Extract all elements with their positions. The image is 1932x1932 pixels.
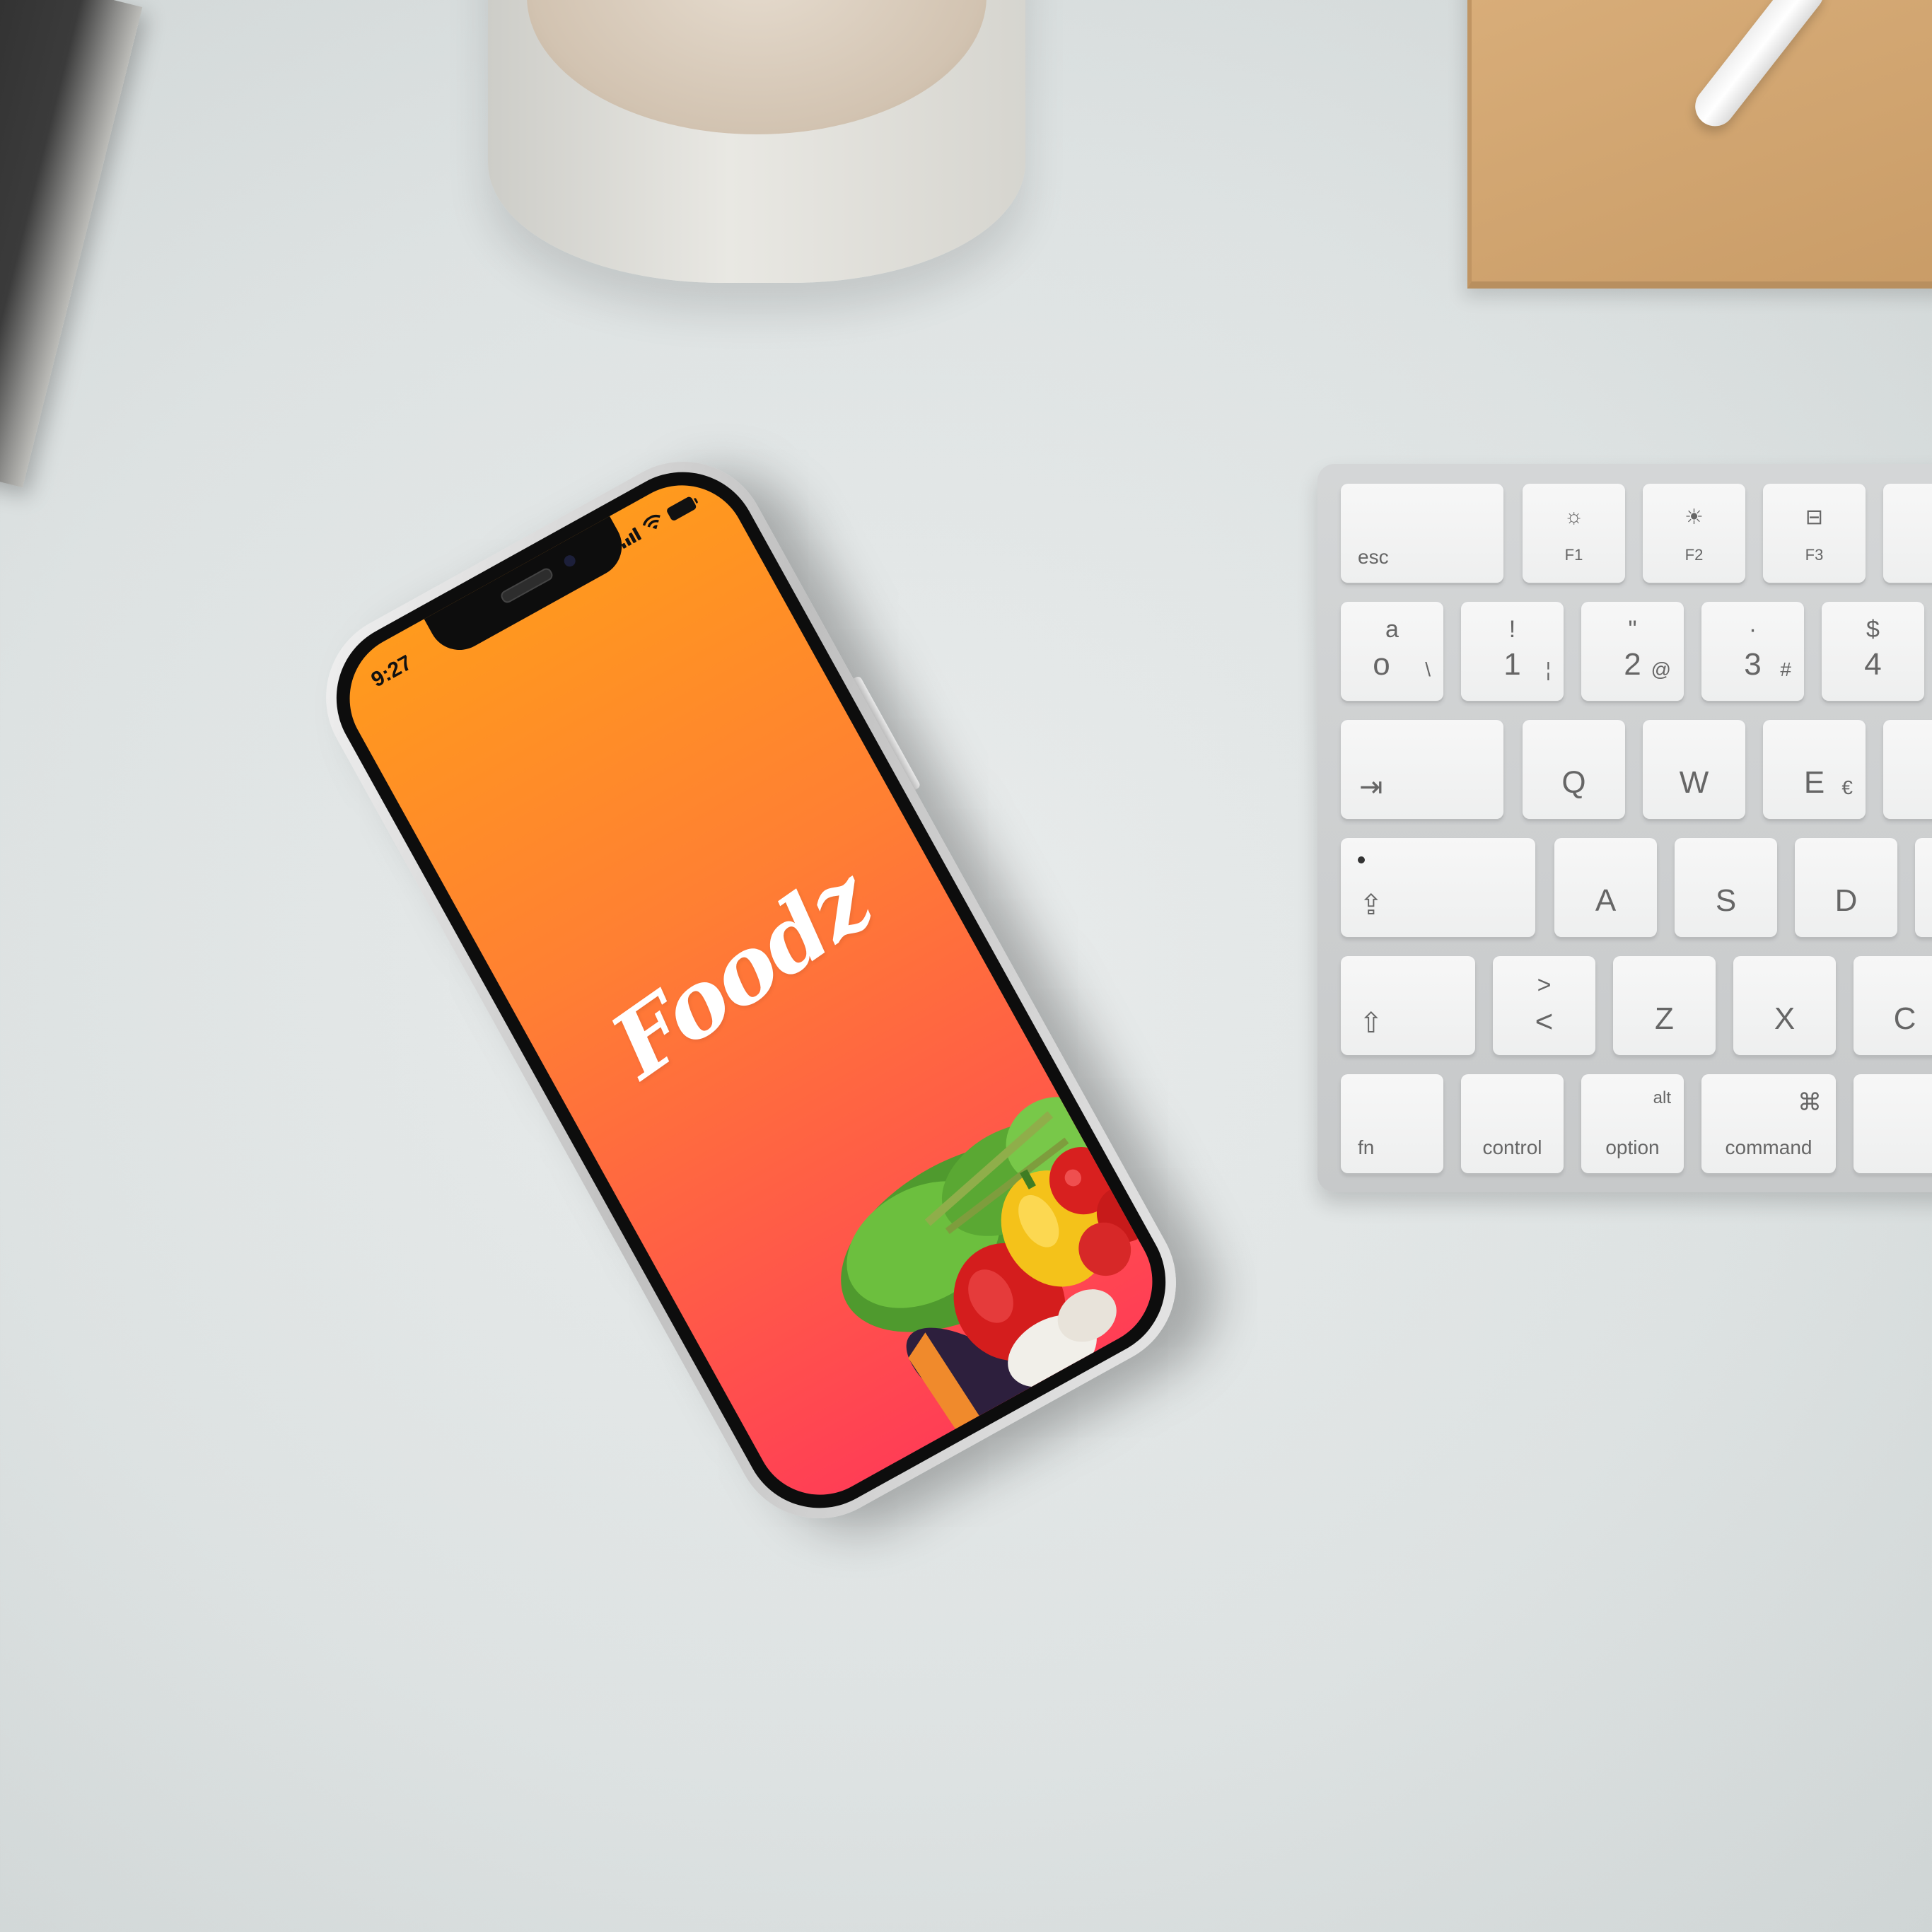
key-sub-label: \	[1425, 658, 1431, 680]
keyboard: esc ☼ F1 ☀ F2 ⊟ F3 a o \ ! 1 ¦ " 2 @ · 3…	[1317, 464, 1932, 1192]
caps-lock-icon: ⇪	[1359, 890, 1383, 921]
kraft-notebook	[1467, 0, 1932, 289]
key-r[interactable]	[1883, 720, 1932, 819]
brightness-up-icon: ☀	[1684, 506, 1704, 529]
key-esc[interactable]: esc	[1341, 484, 1503, 583]
key-main-label: 4	[1864, 647, 1882, 682]
key-c[interactable]: C	[1854, 956, 1932, 1055]
key-main-label: X	[1774, 1001, 1796, 1036]
key-top-label: alt	[1653, 1088, 1671, 1107]
key-label: F2	[1684, 546, 1704, 564]
key-a[interactable]: A	[1554, 838, 1657, 937]
key-label: F3	[1805, 546, 1824, 564]
splash-screen[interactable]: 9:27 Foodz	[326, 462, 1176, 1518]
key-z[interactable]: Z	[1613, 956, 1716, 1055]
key-label: esc	[1358, 546, 1389, 568]
key-f3[interactable]: ⊟ F3	[1763, 484, 1866, 583]
key-f[interactable]	[1915, 838, 1932, 937]
key-control[interactable]: control	[1461, 1074, 1564, 1173]
key-main-label: Z	[1655, 1001, 1674, 1036]
key-q[interactable]: Q	[1523, 720, 1625, 819]
key-label: control	[1482, 1136, 1542, 1158]
key-top-label: "	[1628, 616, 1637, 643]
key-fn[interactable]: fn	[1341, 1074, 1443, 1173]
key-main-label: <	[1535, 1004, 1554, 1039]
smartphone: 9:27 Foodz	[295, 431, 1207, 1549]
shift-icon: ⇧	[1359, 1008, 1383, 1039]
key-sub-label: ¦	[1545, 658, 1551, 680]
key-main-label: Q	[1561, 765, 1586, 800]
status-icons	[616, 494, 698, 549]
command-icon: ⌘	[1798, 1089, 1822, 1116]
key-f1[interactable]: ☼ F1	[1523, 484, 1625, 583]
key-tab[interactable]: ⇥	[1341, 720, 1503, 819]
key-4[interactable]: $ 4	[1822, 602, 1924, 701]
vegetables-image	[841, 1097, 1152, 1429]
key-f4[interactable]	[1883, 484, 1932, 583]
key-s[interactable]: S	[1675, 838, 1777, 937]
wifi-icon	[642, 514, 661, 530]
key-sub-label: @	[1651, 658, 1671, 680]
key-main-label: C	[1893, 1001, 1916, 1036]
key-1[interactable]: ! 1 ¦	[1461, 602, 1564, 701]
key-main-label: W	[1679, 765, 1709, 800]
key-main-label: S	[1715, 883, 1737, 918]
battery-icon	[665, 495, 698, 522]
mission-control-icon: ⊟	[1805, 506, 1824, 529]
key-sub-label: #	[1780, 658, 1791, 680]
key-ordinal[interactable]: a o \	[1341, 602, 1443, 701]
key-option[interactable]: alt option	[1581, 1074, 1684, 1173]
key-label: fn	[1358, 1136, 1375, 1158]
key-main-label: A	[1595, 883, 1617, 918]
key-caps-lock[interactable]: ⇪	[1341, 838, 1535, 937]
phone-bezel: 9:27 Foodz	[309, 444, 1193, 1536]
earpiece-speaker	[499, 566, 555, 605]
key-main-label: D	[1834, 883, 1858, 918]
key-angle-brackets[interactable]: > <	[1493, 956, 1595, 1055]
key-command[interactable]: ⌘ command	[1701, 1074, 1836, 1173]
key-top-label: a	[1385, 616, 1399, 643]
key-top-label: ·	[1748, 616, 1757, 643]
key-shift-left[interactable]: ⇧	[1341, 956, 1475, 1055]
key-f2[interactable]: ☀ F2	[1643, 484, 1745, 583]
key-2[interactable]: " 2 @	[1581, 602, 1684, 701]
key-d[interactable]: D	[1795, 838, 1897, 937]
key-label: F1	[1564, 546, 1583, 564]
phone-notch	[422, 513, 634, 661]
app-logo: Foodz	[593, 846, 890, 1099]
key-3[interactable]: · 3 #	[1701, 602, 1804, 701]
key-w[interactable]: W	[1643, 720, 1745, 819]
caps-indicator	[1358, 856, 1365, 863]
tab-icon: ⇥	[1359, 772, 1383, 803]
brightness-down-icon: ☼	[1564, 505, 1584, 528]
key-e[interactable]: E €	[1763, 720, 1866, 819]
status-time: 9:27	[367, 651, 417, 692]
key-label: option	[1605, 1136, 1660, 1158]
key-top-label: $	[1866, 616, 1880, 643]
dark-book	[0, 0, 143, 488]
front-camera	[561, 553, 578, 569]
key-label: command	[1725, 1136, 1812, 1158]
key-x[interactable]: X	[1733, 956, 1836, 1055]
key-top-label: >	[1537, 972, 1552, 999]
key-space[interactable]	[1854, 1074, 1932, 1173]
key-top-label: !	[1508, 616, 1516, 643]
key-sub-label: €	[1841, 776, 1853, 798]
